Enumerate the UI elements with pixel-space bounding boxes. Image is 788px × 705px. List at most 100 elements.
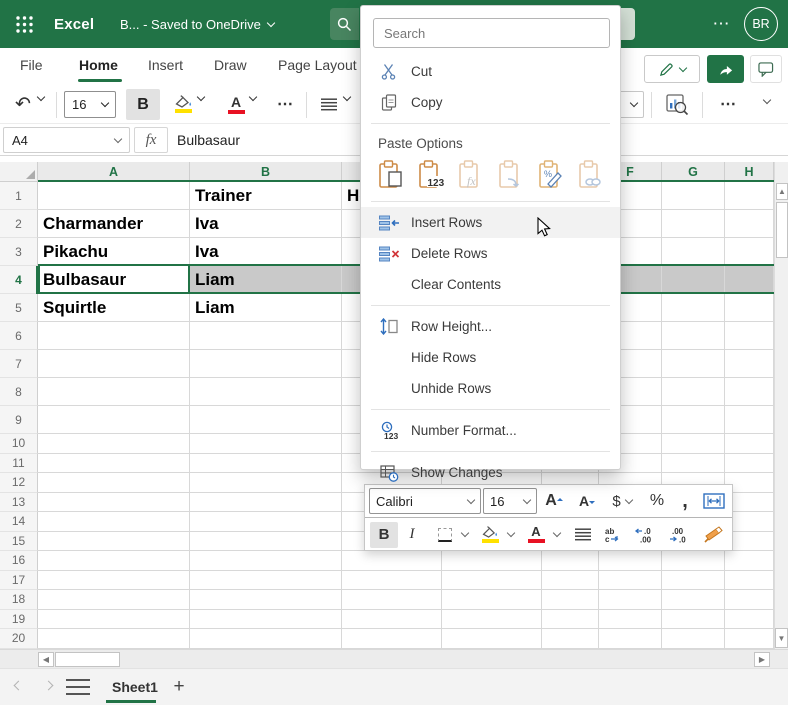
paste-formulas-icon[interactable]: fx xyxy=(457,159,485,189)
row-header-17[interactable]: 17 xyxy=(0,571,38,591)
row-header-18[interactable]: 18 xyxy=(0,590,38,610)
cell-C16[interactable] xyxy=(342,551,442,571)
column-header-H[interactable]: H xyxy=(725,162,774,182)
collapse-ribbon-button[interactable] xyxy=(764,100,770,103)
cell-A7[interactable] xyxy=(38,350,190,378)
font-color-dropdown[interactable] xyxy=(250,97,256,100)
cell-A12[interactable] xyxy=(38,473,190,493)
cell-H9[interactable] xyxy=(725,406,774,434)
cell-C18[interactable] xyxy=(342,590,442,610)
cell-B13[interactable] xyxy=(190,493,342,513)
row-header-8[interactable]: 8 xyxy=(0,378,38,406)
cell-A15[interactable] xyxy=(38,532,190,552)
undo-button[interactable]: ↶ xyxy=(8,90,38,118)
cell-C19[interactable] xyxy=(342,610,442,630)
header-search-button[interactable] xyxy=(330,8,359,40)
menu-item-insert-rows[interactable]: Insert Rows xyxy=(361,207,620,238)
menu-search-input[interactable] xyxy=(373,18,610,48)
cell-B4[interactable]: Liam xyxy=(190,266,342,294)
grow-font-button[interactable]: A xyxy=(537,492,571,510)
cell-H5[interactable] xyxy=(725,294,774,322)
cell-G8[interactable] xyxy=(662,378,725,406)
cell-A1[interactable] xyxy=(38,182,190,210)
cell-B1[interactable]: Trainer xyxy=(190,182,342,210)
fill-color-dropdown[interactable] xyxy=(198,97,204,100)
cell-G10[interactable] xyxy=(662,434,725,454)
cell-A20[interactable] xyxy=(38,629,190,649)
cell-A16[interactable] xyxy=(38,551,190,571)
cell-A18[interactable] xyxy=(38,590,190,610)
align-button[interactable] xyxy=(314,90,344,118)
cell-C17[interactable] xyxy=(342,571,442,591)
document-title[interactable]: B... - Saved to OneDrive xyxy=(120,0,274,48)
cell-F19[interactable] xyxy=(599,610,662,630)
cell-H4[interactable] xyxy=(725,266,774,294)
cell-G2[interactable] xyxy=(662,210,725,238)
format-painter-button[interactable] xyxy=(696,526,730,543)
comma-style-button[interactable]: , xyxy=(673,490,697,513)
menu-item-row-height[interactable]: Row Height... xyxy=(361,311,620,342)
row-header-19[interactable]: 19 xyxy=(0,610,38,630)
menu-item-copy[interactable]: Copy xyxy=(361,87,620,118)
cell-F17[interactable] xyxy=(599,571,662,591)
cell-B12[interactable] xyxy=(190,473,342,493)
cell-B5[interactable]: Liam xyxy=(190,294,342,322)
scroll-left-button[interactable]: ◀ xyxy=(38,652,54,667)
cell-A3[interactable]: Pikachu xyxy=(38,238,190,266)
editing-mode-button[interactable] xyxy=(644,55,700,83)
mini-fill-color-dropdown[interactable] xyxy=(504,533,518,536)
menu-item-show-changes[interactable]: Show Changes xyxy=(361,457,620,488)
scroll-down-button[interactable]: ▼ xyxy=(775,628,788,648)
cell-F18[interactable] xyxy=(599,590,662,610)
font-more-button[interactable]: ⋯ xyxy=(268,90,302,118)
tab-page-layout[interactable]: Page Layout xyxy=(278,48,357,82)
mini-font-size-select[interactable]: 16 xyxy=(483,488,537,514)
row-header-6[interactable]: 6 xyxy=(0,322,38,350)
cell-B3[interactable]: Iva xyxy=(190,238,342,266)
cell-A10[interactable] xyxy=(38,434,190,454)
cell-B2[interactable]: Iva xyxy=(190,210,342,238)
row-header-11[interactable]: 11 xyxy=(0,454,38,474)
mini-font-color-button[interactable]: A xyxy=(522,526,550,543)
tab-home[interactable]: Home xyxy=(79,48,118,82)
cell-A11[interactable] xyxy=(38,454,190,474)
row-header-5[interactable]: 5 xyxy=(0,294,38,322)
mini-fill-color-button[interactable] xyxy=(476,526,504,543)
cell-A5[interactable]: Squirtle xyxy=(38,294,190,322)
row-header-2[interactable]: 2 xyxy=(0,210,38,238)
name-box[interactable]: A4 xyxy=(3,127,130,153)
row-header-13[interactable]: 13 xyxy=(0,493,38,513)
analyze-data-button[interactable] xyxy=(659,88,695,120)
paste-icon[interactable] xyxy=(377,159,405,189)
shrink-font-button[interactable]: A xyxy=(571,493,603,509)
cell-G18[interactable] xyxy=(662,590,725,610)
cell-E18[interactable] xyxy=(542,590,599,610)
row-header-20[interactable]: 20 xyxy=(0,629,38,649)
cell-E20[interactable] xyxy=(542,629,599,649)
cell-G16[interactable] xyxy=(662,551,725,571)
row-header-9[interactable]: 9 xyxy=(0,406,38,434)
font-color-button[interactable]: A xyxy=(222,90,250,118)
menu-item-clear-contents[interactable]: Clear Contents xyxy=(361,269,620,300)
cell-A9[interactable] xyxy=(38,406,190,434)
tab-file[interactable]: File xyxy=(20,48,43,82)
insert-function-button[interactable]: fx xyxy=(134,127,168,153)
cell-G9[interactable] xyxy=(662,406,725,434)
menu-item-hide-rows[interactable]: Hide Rows xyxy=(361,342,620,373)
cell-B6[interactable] xyxy=(190,322,342,350)
menu-item-delete-rows[interactable]: Delete Rows xyxy=(361,238,620,269)
percent-style-button[interactable]: % xyxy=(641,492,673,510)
cell-G11[interactable] xyxy=(662,454,725,474)
increase-decimal-button[interactable]: .0.00 xyxy=(628,527,662,543)
vertical-scroll-thumb[interactable] xyxy=(776,202,788,258)
cell-H11[interactable] xyxy=(725,454,774,474)
mini-italic-button[interactable]: I xyxy=(398,526,426,543)
cell-H2[interactable] xyxy=(725,210,774,238)
column-header-A[interactable]: A xyxy=(38,162,190,182)
cell-B11[interactable] xyxy=(190,454,342,474)
bold-button[interactable]: B xyxy=(126,89,160,120)
row-header-1[interactable]: 1 xyxy=(0,182,38,210)
undo-dropdown[interactable] xyxy=(38,97,44,100)
cell-E17[interactable] xyxy=(542,571,599,591)
cell-E19[interactable] xyxy=(542,610,599,630)
